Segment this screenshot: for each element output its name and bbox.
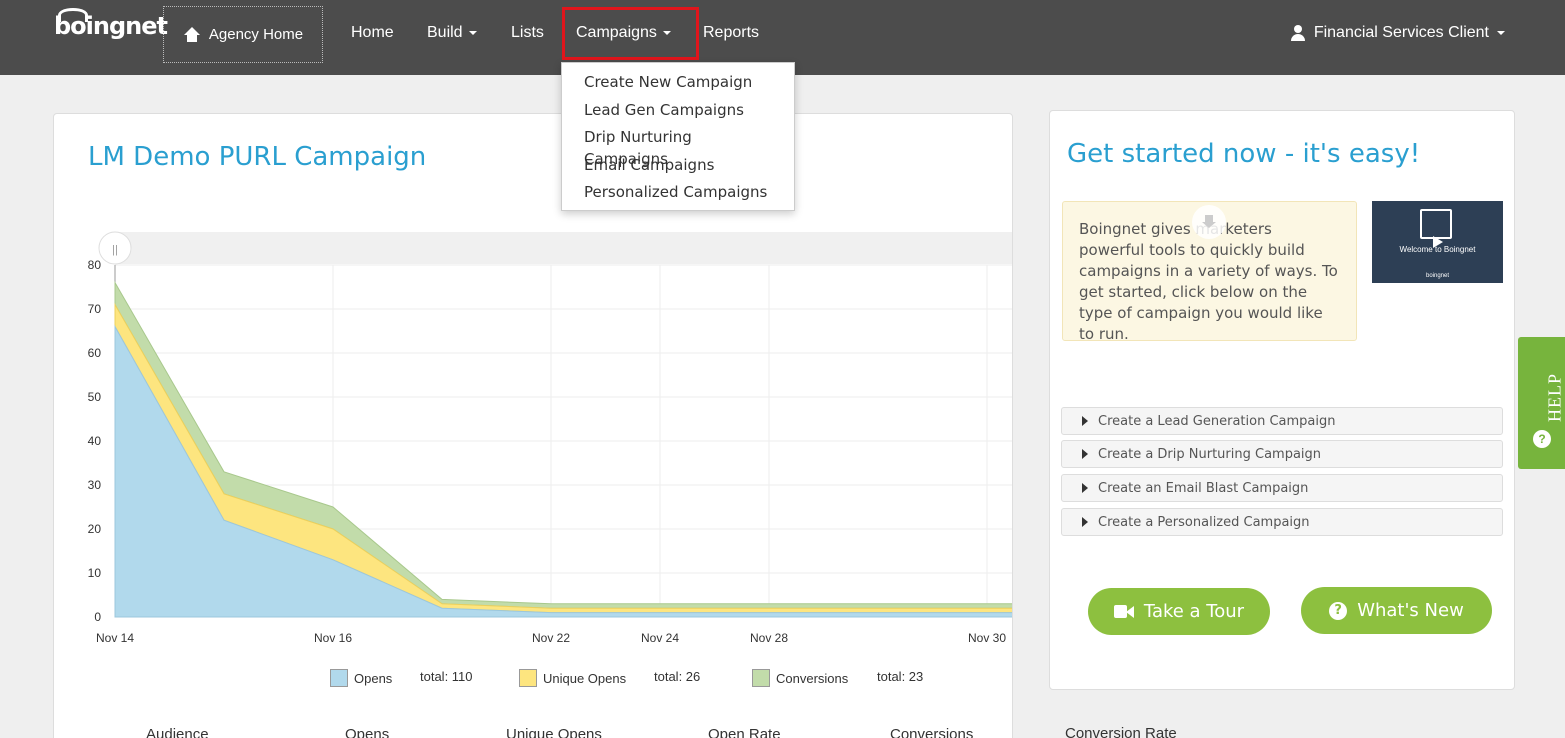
help-tab[interactable]: HELP ? (1518, 337, 1565, 469)
home-icon (183, 26, 201, 43)
y-tick-label: 30 (88, 478, 102, 492)
caret-right-icon (1082, 483, 1088, 493)
stat-header-conversions: Conversions (890, 726, 974, 738)
accordion-label: Create an Email Blast Campaign (1098, 480, 1309, 496)
question-circle-icon: ? (1329, 601, 1348, 620)
agency-home-label: Agency Home (208, 26, 304, 43)
dropdown-create-new-campaign[interactable]: Create New Campaign (562, 71, 794, 99)
whats-new-label: What's New (1357, 600, 1464, 621)
nav-build-label: Build (427, 24, 463, 41)
video-brand: boingnet (1425, 273, 1450, 279)
chart-areas (114, 280, 1012, 618)
nav-reports[interactable]: Reports (703, 24, 759, 42)
welcome-video-thumbnail[interactable]: Welcome to Boingnet boingnet (1372, 201, 1503, 283)
caret-down-icon (1497, 31, 1505, 35)
legend-total-opens: total: 110 (420, 669, 473, 684)
stat-header-audience: Audience (146, 726, 209, 738)
help-question-icon: ? (1533, 430, 1551, 448)
legend-total-unique-opens: total: 26 (654, 669, 701, 684)
info-box: Boingnet gives marketers powerful tools … (1062, 201, 1357, 343)
stat-header-open-rate: Open Rate (708, 726, 781, 738)
caret-right-icon (1082, 416, 1088, 426)
screen-icon (1420, 209, 1452, 239)
accordion-lead-generation[interactable]: Create a Lead Generation Campaign (1061, 407, 1503, 435)
dropdown-personalized-campaigns[interactable]: Personalized Campaigns (562, 181, 794, 209)
video-caption: Welcome to Boingnet (1399, 245, 1476, 254)
legend-unique-opens[interactable]: Unique Opens (519, 669, 626, 687)
get-started-title: Get started now - it's easy! (1067, 139, 1421, 169)
x-tick-label: Nov 14 (96, 631, 134, 645)
x-tick-label: Nov 16 (314, 631, 352, 645)
dropdown-email-campaigns[interactable]: Email Campaigns (562, 154, 794, 182)
accordion-drip-nurturing[interactable]: Create a Drip Nurturing Campaign (1061, 440, 1503, 468)
y-tick-label: 40 (88, 434, 102, 448)
caret-down-icon (468, 31, 477, 35)
agency-home-button[interactable]: Agency Home (163, 6, 323, 63)
y-tick-label: 80 (88, 258, 102, 272)
download-icon[interactable] (1192, 205, 1226, 239)
stat-header-conversion-rate: Conversion Rate (1065, 725, 1177, 738)
take-a-tour-label: Take a Tour (1143, 601, 1245, 622)
slider-handle-grip: || (112, 244, 118, 256)
y-tick-label: 0 (94, 610, 101, 624)
y-tick-label: 20 (88, 522, 102, 536)
whats-new-button[interactable]: ? What's New (1301, 587, 1492, 634)
y-tick-label: 50 (88, 390, 102, 404)
x-tick-label: Nov 28 (750, 631, 788, 645)
legend-total-conversions: total: 23 (877, 669, 924, 684)
logo-horns-icon (58, 8, 88, 22)
campaign-panel: LM Demo PURL Campaign 0 10 20 30 40 50 60 70 80 … (53, 113, 1013, 738)
legend-conversions[interactable]: Conversions (752, 669, 848, 687)
nav-lists[interactable]: Lists (511, 24, 544, 42)
legend-swatch-unique-opens (519, 669, 537, 687)
dropdown-lead-gen-campaigns[interactable]: Lead Gen Campaigns (562, 99, 794, 127)
legend-label-unique-opens: Unique Opens (543, 670, 627, 686)
legend-label-opens: Opens (354, 670, 393, 686)
caret-right-icon (1082, 449, 1088, 459)
take-a-tour-button[interactable]: Take a Tour (1088, 588, 1270, 635)
accordion-personalized[interactable]: Create a Personalized Campaign (1061, 508, 1503, 536)
chart-x-ticks: Nov 14 Nov 16 Nov 22 Nov 24 Nov 28 Nov 30 (96, 631, 1006, 645)
y-tick-label: 10 (88, 566, 102, 580)
accordion-label: Create a Drip Nurturing Campaign (1098, 446, 1322, 462)
campaigns-highlight-box (562, 7, 699, 60)
caret-right-icon (1082, 517, 1088, 527)
stat-header-unique-opens: Unique Opens (506, 726, 602, 738)
x-tick-label: Nov 22 (532, 631, 570, 645)
x-tick-label: Nov 24 (641, 631, 679, 645)
legend-opens[interactable]: Opens (330, 669, 392, 687)
user-menu[interactable]: Financial Services Client (1290, 24, 1505, 42)
get-started-panel: Get started now - it's easy! Boingnet gi… (1049, 110, 1515, 690)
legend-swatch-conversions (752, 669, 770, 687)
chart-y-ticks: 0 10 20 30 40 50 60 70 80 (88, 258, 102, 624)
campaign-area-chart: 01020304050607080 Nov 14 Nov 16 Nov 22 Nov … (88, 231, 1013, 645)
x-tick-label: Nov 30 (968, 631, 1006, 645)
user-name: Financial Services Client (1313, 24, 1489, 41)
boingnet-logo[interactable]: boingnet (54, 8, 168, 40)
nav-home[interactable]: Home (351, 24, 394, 42)
campaigns-dropdown: Create New Campaign Lead Gen Campaigns D… (561, 62, 795, 211)
nav-build[interactable]: Build (427, 24, 477, 42)
accordion-label: Create a Lead Generation Campaign (1098, 413, 1336, 429)
nav-reports-label: Reports (703, 24, 760, 41)
accordion-email-blast[interactable]: Create an Email Blast Campaign (1061, 474, 1503, 502)
help-tab-label: HELP (1544, 373, 1565, 422)
y-tick-label: 60 (88, 346, 102, 360)
legend-label-conversions: Conversions (776, 670, 849, 686)
stat-header-opens: Opens (345, 726, 390, 738)
nav-lists-label: Lists (511, 24, 544, 41)
dropdown-drip-nurturing-campaigns[interactable]: Drip Nurturing Campaigns (562, 126, 794, 168)
user-icon (1290, 25, 1306, 41)
legend-swatch-opens (330, 669, 348, 687)
y-tick-label: 70 (88, 302, 102, 316)
accordion-label: Create a Personalized Campaign (1098, 514, 1310, 530)
chart-range-slider[interactable] (114, 232, 1013, 264)
video-camera-icon (1113, 605, 1134, 618)
nav-home-label: Home (351, 24, 394, 41)
